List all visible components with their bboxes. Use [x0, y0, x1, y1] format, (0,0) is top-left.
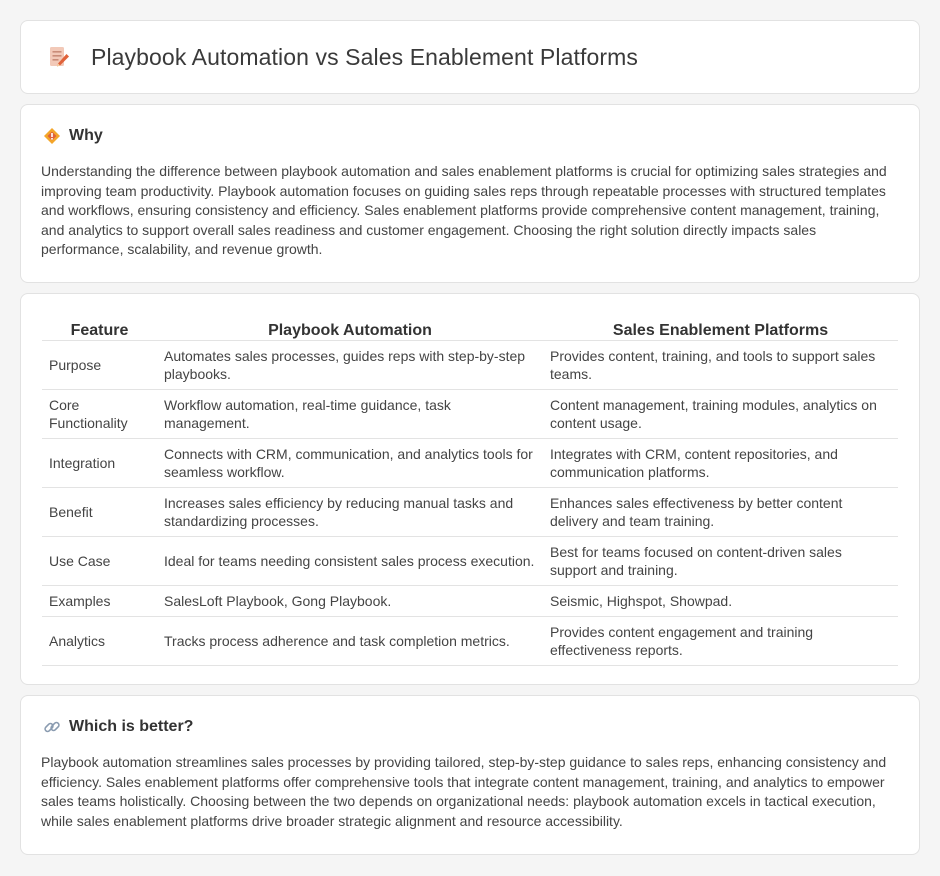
row-feature: Benefit [42, 487, 157, 537]
why-body: Understanding the difference between pla… [41, 163, 887, 258]
row-playbook-value: Tracks process adherence and task comple… [157, 616, 543, 666]
comparison-table: Feature Playbook Automation Sales Enable… [42, 314, 898, 666]
row-feature: Examples [42, 585, 157, 617]
row-enablement-value: Provides content engagement and training… [543, 616, 898, 666]
diamond-icon [44, 128, 60, 144]
table-row: Core Functionality Workflow automation, … [42, 389, 898, 439]
comparison-table-card: Feature Playbook Automation Sales Enable… [20, 293, 920, 685]
row-playbook-value: Increases sales efficiency by reducing m… [157, 487, 543, 537]
table-row: Examples SalesLoft Playbook, Gong Playbo… [42, 585, 898, 617]
which-is-better-body: Playbook automation streamlines sales pr… [41, 754, 887, 829]
header-feature: Feature [42, 314, 157, 341]
row-playbook-value: Connects with CRM, communication, and an… [157, 438, 543, 488]
table-row: Benefit Increases sales efficiency by re… [42, 487, 898, 537]
row-enablement-value: Seismic, Highspot, Showpad. [543, 585, 898, 617]
row-enablement-value: Enhances sales effectiveness by better c… [543, 487, 898, 537]
row-feature: Analytics [42, 616, 157, 666]
header-sales-enablement: Sales Enablement Platforms [543, 314, 898, 341]
title-card: Playbook Automation vs Sales Enablement … [20, 20, 920, 94]
table-row: Analytics Tracks process adherence and t… [42, 616, 898, 666]
page-title: Playbook Automation vs Sales Enablement … [91, 43, 638, 70]
link-icon [44, 721, 60, 733]
row-enablement-value: Content management, training modules, an… [543, 389, 898, 439]
table-row: Use Case Ideal for teams needing consist… [42, 536, 898, 586]
table-header-row: Feature Playbook Automation Sales Enable… [42, 314, 898, 341]
header-playbook-automation: Playbook Automation [157, 314, 543, 341]
which-is-better-section: Which is better? Playbook automation str… [20, 695, 920, 855]
row-feature: Integration [42, 438, 157, 488]
row-feature: Use Case [42, 536, 157, 586]
row-enablement-value: Integrates with CRM, content repositorie… [543, 438, 898, 488]
row-playbook-value: SalesLoft Playbook, Gong Playbook. [157, 585, 543, 617]
why-section: Why Understanding the difference between… [20, 104, 920, 283]
row-enablement-value: Provides content, training, and tools to… [543, 340, 898, 390]
row-playbook-value: Workflow automation, real-time guidance,… [157, 389, 543, 439]
table-row: Purpose Automates sales processes, guide… [42, 340, 898, 390]
which-is-better-title: Which is better? [69, 718, 194, 735]
row-feature: Core Functionality [42, 389, 157, 439]
row-feature: Purpose [42, 340, 157, 390]
why-title: Why [69, 127, 103, 144]
row-playbook-value: Automates sales processes, guides reps w… [157, 340, 543, 390]
table-row: Integration Connects with CRM, communica… [42, 438, 898, 488]
row-playbook-value: Ideal for teams needing consistent sales… [157, 536, 543, 586]
document-pencil-icon [50, 47, 69, 67]
row-enablement-value: Best for teams focused on content-driven… [543, 536, 898, 586]
